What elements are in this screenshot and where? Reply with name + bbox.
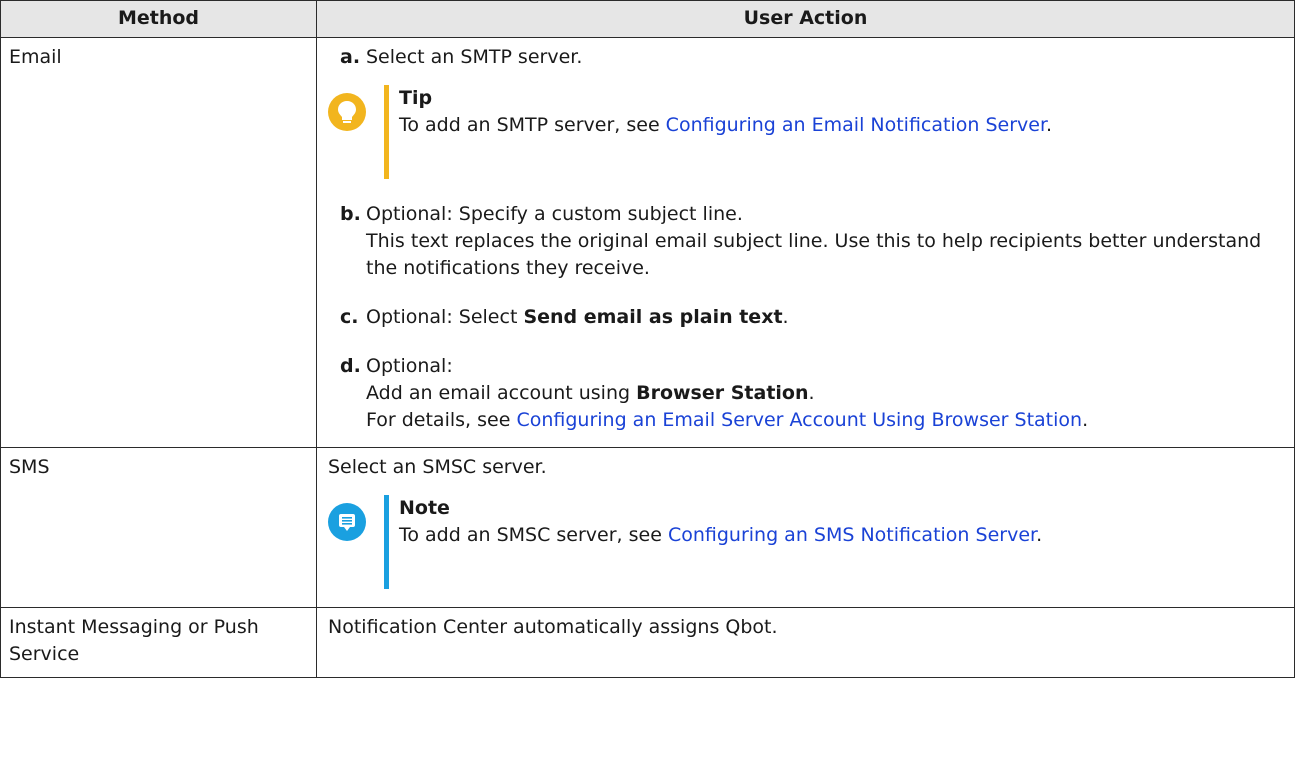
note-text: To add an SMSC server, see Configuring a… xyxy=(399,522,1134,549)
step-d-line3-prefix: For details, see xyxy=(366,409,517,431)
tip-content: Tip To add an SMTP server, see Configuri… xyxy=(399,85,1284,139)
message-icon xyxy=(328,503,366,541)
step-d-line2-suffix: . xyxy=(808,382,815,404)
method-instant-messaging: Instant Messaging or Push Service xyxy=(0,607,317,678)
note-bar xyxy=(384,495,389,589)
action-instant-messaging: Notification Center automatically assign… xyxy=(316,607,1295,678)
method-action-table: Method User Action Email a. Select an SM… xyxy=(0,0,1295,678)
step-d-line2: Add an email account using Browser Stati… xyxy=(366,380,1284,407)
tip-suffix: . xyxy=(1046,114,1053,136)
step-number: d. xyxy=(340,355,361,377)
step-number: a. xyxy=(340,46,361,68)
step-text: Select an SMTP server. xyxy=(366,46,583,68)
table-row-email: Email a. Select an SMTP server. Tip To a… xyxy=(0,37,1295,448)
link-email-notification-server[interactable]: Configuring an Email Notification Server xyxy=(666,114,1046,136)
step-c-prefix: Optional: Select xyxy=(366,306,524,328)
tip-text: To add an SMTP server, see Configuring a… xyxy=(399,112,1134,139)
step-c-suffix: . xyxy=(782,306,789,328)
browser-station-label: Browser Station xyxy=(636,382,809,404)
step-d-line3-suffix: . xyxy=(1082,409,1089,431)
tip-bar xyxy=(384,85,389,179)
sms-text: Select an SMSC server. xyxy=(328,456,547,478)
step-b: b. Optional: Specify a custom subject li… xyxy=(340,201,1284,282)
table-header-row: Method User Action xyxy=(0,0,1295,38)
tip-prefix: To add an SMTP server, see xyxy=(399,114,666,136)
step-text: Optional: Select Send email as plain tex… xyxy=(366,304,1284,331)
header-method: Method xyxy=(0,0,317,38)
link-sms-notification-server[interactable]: Configuring an SMS Notification Server xyxy=(668,524,1036,546)
note-suffix: . xyxy=(1036,524,1043,546)
step-d-line2-prefix: Add an email account using xyxy=(366,382,637,404)
note-content: Note To add an SMSC server, see Configur… xyxy=(399,495,1284,549)
tip-title: Tip xyxy=(399,87,433,109)
lightbulb-icon xyxy=(328,93,366,131)
note-title: Note xyxy=(399,497,450,519)
step-number: b. xyxy=(340,203,361,225)
table-row-instant-messaging: Instant Messaging or Push Service Notifi… xyxy=(0,607,1295,678)
method-email: Email xyxy=(0,37,317,448)
step-a: a. Select an SMTP server. xyxy=(340,44,1284,71)
step-number: c. xyxy=(340,306,359,328)
step-c: c. Optional: Select Send email as plain … xyxy=(340,304,1284,331)
step-text: Optional: xyxy=(366,355,453,377)
method-sms: SMS xyxy=(0,447,317,608)
step-d-line3: For details, see Configuring an Email Se… xyxy=(366,407,1284,434)
option-send-email-plain-text: Send email as plain text xyxy=(523,306,783,328)
step-text: Optional: Specify a custom subject line. xyxy=(366,203,743,225)
table-row-sms: SMS Select an SMSC server. Note To add a… xyxy=(0,447,1295,608)
header-user-action: User Action xyxy=(316,0,1295,38)
note-prefix: To add an SMSC server, see xyxy=(399,524,668,546)
link-email-server-account-browser-station[interactable]: Configuring an Email Server Account Usin… xyxy=(516,409,1082,431)
action-email: a. Select an SMTP server. Tip To add an … xyxy=(316,37,1295,448)
step-description: This text replaces the original email su… xyxy=(366,230,1262,279)
step-d: d. Optional: Add an email account using … xyxy=(340,353,1284,434)
note-callout: Note To add an SMSC server, see Configur… xyxy=(328,495,1284,589)
action-sms: Select an SMSC server. Note To add an SM… xyxy=(316,447,1295,608)
tip-callout: Tip To add an SMTP server, see Configuri… xyxy=(328,85,1284,179)
